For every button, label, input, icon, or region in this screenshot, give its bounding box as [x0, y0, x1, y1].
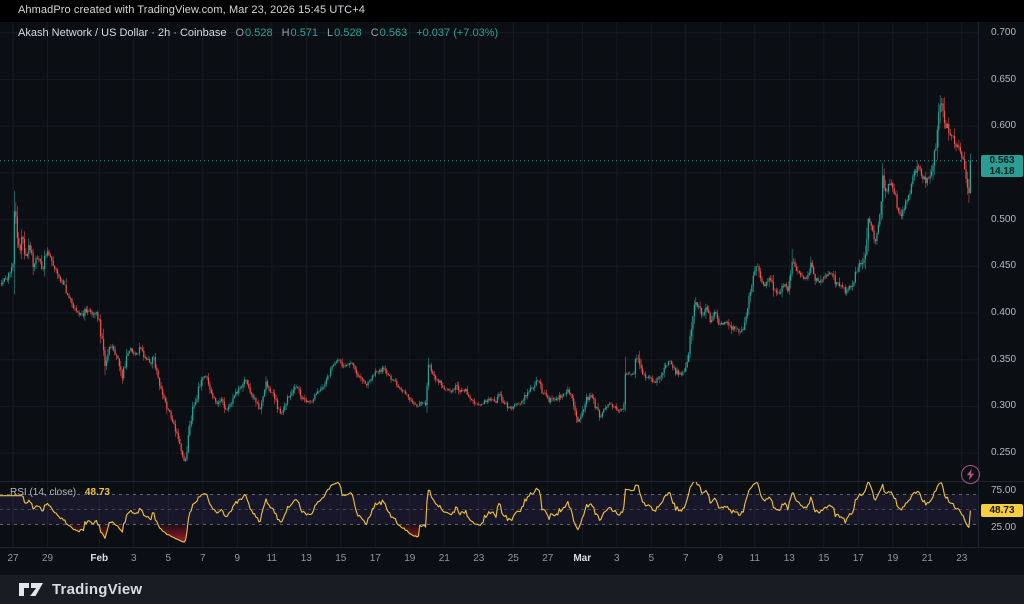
change-value: +0.037 (+7.03%) [416, 27, 498, 39]
ohlc-value: 0.528 [245, 27, 273, 39]
time-tick: 3 [600, 553, 634, 564]
candlestick-chart[interactable] [0, 0, 1024, 604]
tradingview-chart-snapshot: AhmadPro created with TradingView.com, M… [0, 0, 1024, 604]
ohlc-key: H [282, 27, 290, 39]
time-tick: 21 [910, 553, 944, 564]
time-tick: 5 [634, 553, 668, 564]
price-tick: 0.300 [991, 400, 1024, 411]
time-tick: 19 [876, 553, 910, 564]
last-price-label: 0.563 14.18 [981, 155, 1023, 177]
time-tick: 19 [393, 553, 427, 564]
rsi-name[interactable]: RSI [10, 487, 27, 498]
price-tick: 0.450 [991, 260, 1024, 271]
rsi-params: (14, close) [29, 487, 76, 498]
price-tick: 0.250 [991, 447, 1024, 458]
symbol-title[interactable]: Akash Network / US Dollar · 2h · Coinbas… [18, 27, 226, 39]
time-tick: 23 [462, 553, 496, 564]
time-tick: 27 [0, 553, 30, 564]
rsi-legend: RSI (14, close) 48.73 [10, 487, 110, 498]
rsi-tick: 75.00 [991, 485, 1024, 496]
price-tick: 0.700 [991, 27, 1024, 38]
time-tick: 7 [186, 553, 220, 564]
rsi-band [0, 495, 978, 525]
time-tick: 13 [772, 553, 806, 564]
rsi-tick: 25.00 [991, 522, 1024, 533]
time-tick: 11 [738, 553, 772, 564]
time-tick: 13 [289, 553, 323, 564]
footer-bar: TradingView [0, 575, 1024, 604]
time-tick: 5 [151, 553, 185, 564]
price-tick: 0.350 [991, 354, 1024, 365]
quick-trade-button[interactable] [961, 465, 980, 484]
time-tick: 17 [358, 553, 392, 564]
ohlc-value: 0.571 [291, 27, 319, 39]
ohlc-value: 0.563 [380, 27, 408, 39]
time-tick: 9 [220, 553, 254, 564]
price-tick: 0.500 [991, 214, 1024, 225]
legend: Akash Network / US Dollar · 2h · Coinbas… [18, 27, 498, 41]
price-tick: 0.400 [991, 307, 1024, 318]
time-tick: 25 [496, 553, 530, 564]
attribution-bar: AhmadPro created with TradingView.com, M… [0, 0, 1024, 22]
time-tick: 23 [945, 553, 979, 564]
time-tick: 9 [703, 553, 737, 564]
ohlc-key: C [371, 27, 379, 39]
time-tick: 7 [669, 553, 703, 564]
time-tick: 15 [807, 553, 841, 564]
tradingview-wordmark[interactable]: TradingView [52, 581, 142, 598]
tradingview-logo-icon[interactable] [18, 581, 45, 598]
time-tick-month: Mar [565, 553, 599, 564]
last-price-value: 0.563 [981, 155, 1023, 166]
price-tick: 0.650 [991, 74, 1024, 85]
time-tick: 15 [324, 553, 358, 564]
chart-background [0, 22, 1024, 575]
ohlc-value: 0.528 [334, 27, 362, 39]
lightning-icon [966, 469, 975, 480]
time-tick: 29 [31, 553, 65, 564]
last-price-secondary: 14.18 [981, 166, 1023, 177]
time-tick: 21 [427, 553, 461, 564]
price-tick: 0.600 [991, 120, 1024, 131]
ohlc-key: L [327, 27, 333, 39]
ohlc-values: O0.528H0.571L0.528C0.563 [226, 27, 407, 39]
attribution-text: AhmadPro created with TradingView.com, M… [18, 4, 365, 16]
time-tick: 27 [531, 553, 565, 564]
ohlc-key: O [235, 27, 244, 39]
time-tick-month: Feb [82, 553, 116, 564]
rsi-value: 48.73 [85, 487, 110, 498]
time-tick: 3 [117, 553, 151, 564]
time-tick: 11 [255, 553, 289, 564]
rsi-value-label: 48.73 [981, 504, 1023, 517]
time-tick: 17 [841, 553, 875, 564]
